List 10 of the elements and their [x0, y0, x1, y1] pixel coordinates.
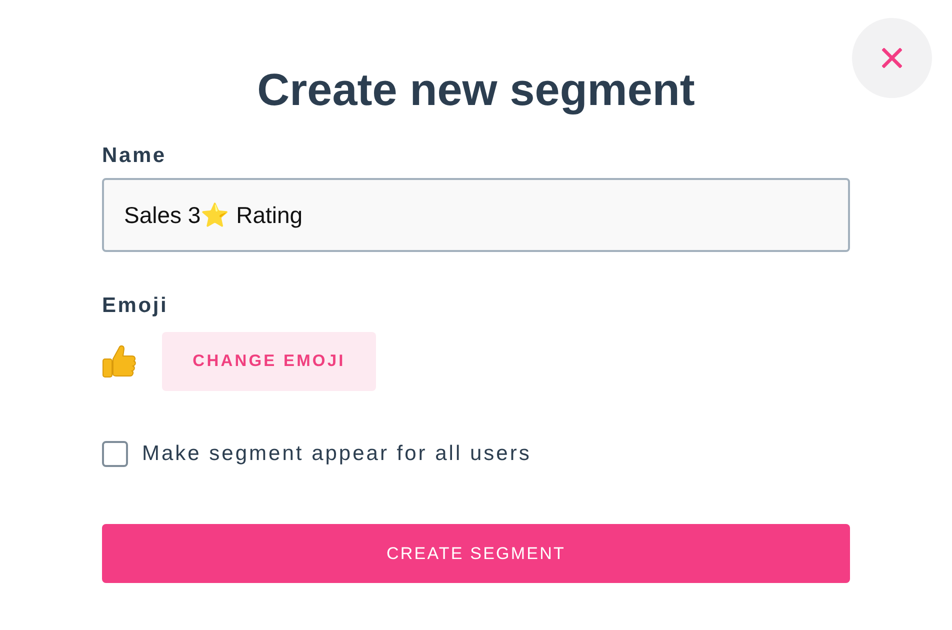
change-emoji-button[interactable]: CHANGE EMOJI: [162, 332, 376, 391]
name-input[interactable]: Sales 3⭐ Rating: [102, 178, 850, 252]
emoji-label: Emoji: [102, 293, 170, 319]
close-icon: [882, 48, 902, 68]
name-label: Name: [102, 143, 168, 169]
create-segment-button[interactable]: CREATE SEGMENT: [102, 524, 850, 583]
all-users-checkbox[interactable]: [102, 441, 128, 467]
thumbs-up-icon: [102, 344, 136, 380]
dialog-title: Create new segment: [256, 63, 696, 117]
all-users-label: Make segment appear for all users: [142, 441, 532, 467]
